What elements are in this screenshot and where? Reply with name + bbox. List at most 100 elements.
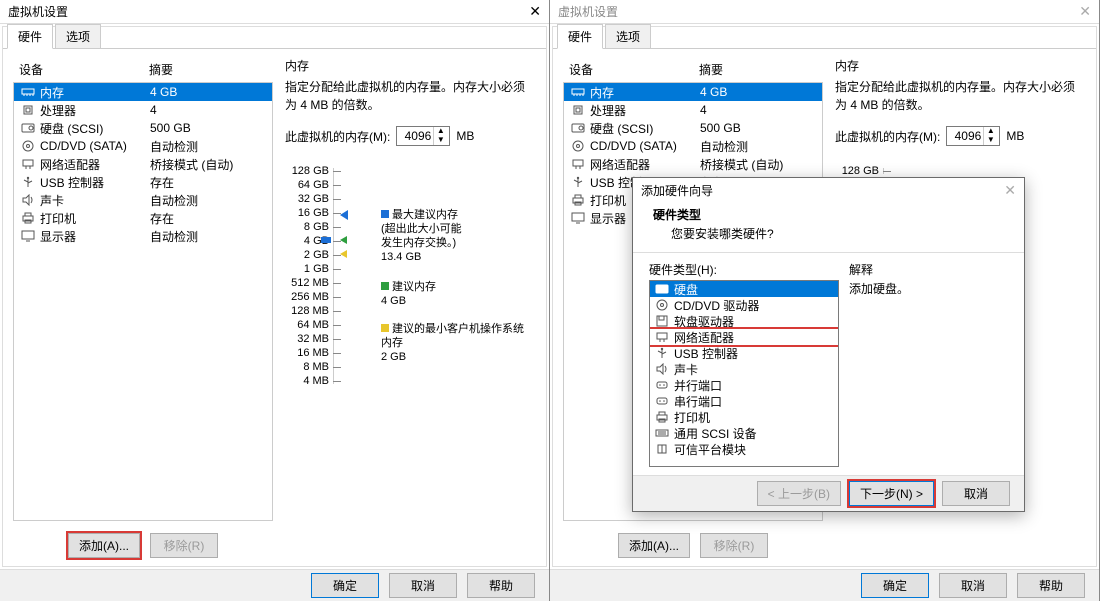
wizard-item-cd[interactable]: CD/DVD 驱动器 (650, 297, 838, 313)
usb-icon (654, 346, 670, 360)
help-button[interactable]: 帮助 (1017, 573, 1085, 598)
wizard-item-port[interactable]: 串行端口 (650, 393, 838, 409)
hardware-summary: 4 GB (700, 85, 727, 99)
hardware-row-disk[interactable]: 硬盘 (SCSI)500 GB (14, 119, 272, 137)
tabs: 硬件 选项 (553, 27, 1096, 49)
sound-icon (20, 193, 36, 207)
title-bar: 虚拟机设置 ✕ (0, 0, 549, 24)
hardware-row-cpu[interactable]: 处理器4 (564, 101, 822, 119)
port-icon (654, 394, 670, 408)
spin-down-icon[interactable]: ▼ (433, 136, 447, 145)
wizard-item-printer[interactable]: 打印机 (650, 409, 838, 425)
cancel-button[interactable]: 取消 (939, 573, 1007, 598)
hardware-type-list[interactable]: 硬盘CD/DVD 驱动器软盘驱动器网络适配器USB 控制器声卡并行端口串行端口打… (649, 280, 839, 467)
hardware-row-cd[interactable]: CD/DVD (SATA)自动检测 (564, 137, 822, 155)
wizard-item-label: 通用 SCSI 设备 (674, 425, 757, 442)
hardware-row-display[interactable]: 显示器自动检测 (14, 227, 272, 245)
hardware-summary: 存在 (150, 174, 174, 191)
wizard-item-usb[interactable]: USB 控制器 (650, 345, 838, 361)
wizard-item-floppy[interactable]: 软盘驱动器 (650, 313, 838, 329)
hardware-row-sound[interactable]: 声卡自动检测 (14, 191, 272, 209)
hardware-name: 处理器 (590, 102, 700, 119)
square-icon (381, 210, 389, 218)
close-icon[interactable]: ✕ (1004, 182, 1016, 199)
close-icon[interactable]: ✕ (529, 3, 541, 20)
wizard-item-label: 声卡 (674, 361, 698, 378)
hardware-type-label: 硬件类型(H): (649, 261, 839, 278)
wizard-title-bar: 添加硬件向导 ✕ (633, 178, 1024, 202)
ok-button[interactable]: 确定 (861, 573, 929, 598)
wizard-item-label: 并行端口 (674, 377, 722, 394)
disk-icon (20, 121, 36, 135)
memory-label: 此虚拟机的内存(M): (835, 128, 940, 145)
ok-button[interactable]: 确定 (311, 573, 379, 598)
hardware-row-disk[interactable]: 硬盘 (SCSI)500 GB (564, 119, 822, 137)
usb-icon (20, 175, 36, 189)
hardware-row-net[interactable]: 网络适配器桥接模式 (自动) (564, 155, 822, 173)
close-icon[interactable]: ✕ (1079, 3, 1091, 20)
tab-hardware[interactable]: 硬件 (7, 24, 53, 49)
hardware-summary: 自动检测 (150, 192, 198, 209)
wizard-item-port[interactable]: 并行端口 (650, 377, 838, 393)
remove-button: 移除(R) (700, 533, 768, 558)
hardware-name: 硬盘 (SCSI) (590, 120, 700, 137)
ladder-tick: 64 GB (333, 178, 534, 192)
hardware-summary: 桥接模式 (自动) (150, 156, 233, 173)
marker-icon (340, 236, 347, 244)
display-icon (20, 229, 36, 243)
add-button[interactable]: 添加(A)... (618, 533, 690, 558)
col-device: 设备 (19, 61, 149, 78)
memory-ladder[interactable]: 128 GB (835, 164, 1084, 178)
memory-unit: MB (456, 129, 474, 143)
hardware-name: 网络适配器 (590, 156, 700, 173)
hardware-row-usb[interactable]: USB 控制器存在 (14, 173, 272, 191)
explain-text: 添加硬盘。 (849, 280, 1008, 297)
memory-input[interactable] (397, 129, 433, 143)
tab-options[interactable]: 选项 (605, 24, 651, 48)
wizard-cancel-button[interactable]: 取消 (942, 481, 1010, 506)
wizard-item-sound[interactable]: 声卡 (650, 361, 838, 377)
memory-desc: 指定分配给此虚拟机的内存量。内存大小必须为 4 MB 的倍数。 (835, 78, 1084, 114)
hardware-row-memory[interactable]: 内存4 GB (14, 83, 272, 101)
hardware-name: CD/DVD (SATA) (40, 139, 150, 153)
hardware-row-memory[interactable]: 内存4 GB (564, 83, 822, 101)
wizard-item-net[interactable]: 网络适配器 (650, 329, 838, 345)
remove-button: 移除(R) (150, 533, 218, 558)
hardware-row-cpu[interactable]: 处理器4 (14, 101, 272, 119)
memory-ladder[interactable]: 128 GB64 GB32 GB16 GB8 GB4 GB2 GB1 GB512… (285, 164, 534, 388)
hardware-header: 设备 摘要 (13, 57, 273, 82)
window-title: 虚拟机设置 (558, 3, 618, 20)
wizard-item-disk[interactable]: 硬盘 (650, 281, 838, 297)
net-icon (654, 330, 670, 344)
net-icon (20, 157, 36, 171)
tab-options[interactable]: 选项 (55, 24, 101, 48)
disk-icon (570, 121, 586, 135)
vm-settings-window-right: 虚拟机设置 ✕ 硬件 选项 设备 摘要 内存4 GB处理器4硬盘 (SCSI)5… (550, 0, 1100, 601)
hardware-row-printer[interactable]: 打印机存在 (14, 209, 272, 227)
scsi-icon (654, 426, 670, 440)
hardware-name: 内存 (590, 84, 700, 101)
memory-spinner[interactable]: ▲▼ (396, 126, 450, 146)
hardware-summary: 存在 (150, 210, 174, 227)
port-icon (654, 378, 670, 392)
memory-input[interactable] (947, 129, 983, 143)
spin-down-icon[interactable]: ▼ (983, 136, 997, 145)
cd-icon (20, 139, 36, 153)
wizard-item-tpm[interactable]: 可信平台模块 (650, 441, 838, 457)
memory-spinner[interactable]: ▲▼ (946, 126, 1000, 146)
cancel-button[interactable]: 取消 (389, 573, 457, 598)
memory-desc: 指定分配给此虚拟机的内存量。内存大小必须为 4 MB 的倍数。 (285, 78, 534, 114)
vm-settings-window-left: 虚拟机设置 ✕ 硬件 选项 设备 摘要 内存4 GB处理器4硬盘 (SCSI)5… (0, 0, 550, 601)
hardware-row-cd[interactable]: CD/DVD (SATA)自动检测 (14, 137, 272, 155)
memory-label: 此虚拟机的内存(M): (285, 128, 390, 145)
help-button[interactable]: 帮助 (467, 573, 535, 598)
slider-thumb[interactable] (321, 237, 331, 243)
wizard-title: 添加硬件向导 (641, 182, 713, 199)
wizard-item-scsi[interactable]: 通用 SCSI 设备 (650, 425, 838, 441)
tab-hardware[interactable]: 硬件 (557, 24, 603, 49)
add-button[interactable]: 添加(A)... (68, 533, 140, 558)
hardware-list[interactable]: 内存4 GB处理器4硬盘 (SCSI)500 GBCD/DVD (SATA)自动… (13, 82, 273, 521)
hardware-row-net[interactable]: 网络适配器桥接模式 (自动) (14, 155, 272, 173)
wizard-item-label: 打印机 (674, 409, 710, 426)
next-button[interactable]: 下一步(N) > (849, 481, 934, 506)
